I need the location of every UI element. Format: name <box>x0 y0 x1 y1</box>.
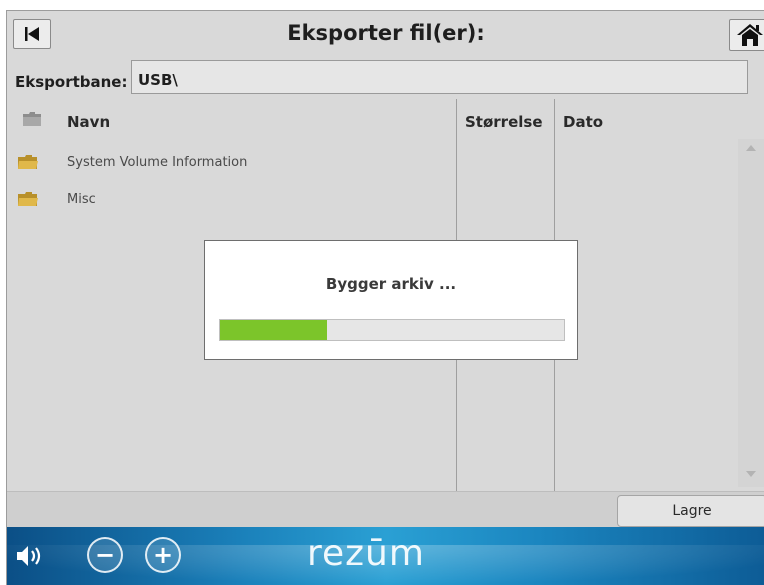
progress-dialog: Bygger arkiv ... <box>204 240 578 360</box>
file-name: System Volume Information <box>67 155 248 170</box>
folder-icon <box>18 192 38 206</box>
column-header-name[interactable]: Navn <box>67 113 110 131</box>
column-header-date[interactable]: Dato <box>563 113 603 131</box>
plus-icon: + <box>152 541 174 569</box>
minus-icon: − <box>94 541 116 569</box>
home-icon <box>737 24 763 46</box>
scroll-down-icon[interactable] <box>746 471 756 477</box>
save-button[interactable]: Lagre <box>617 495 764 527</box>
file-name: Misc <box>67 192 96 207</box>
list-item[interactable]: Misc <box>7 188 457 218</box>
export-path-field[interactable]: USB\ <box>131 60 748 94</box>
folder-header-icon <box>23 112 41 126</box>
brand-logo: rezūm <box>307 533 425 574</box>
progress-fill <box>220 320 327 340</box>
list-item[interactable]: System Volume Information <box>7 151 457 181</box>
title-bar: Eksporter fil(er): <box>7 11 764 61</box>
volume-icon[interactable] <box>17 545 45 567</box>
export-path-label: Eksportbane: <box>15 73 128 91</box>
volume-down-button[interactable]: − <box>87 537 123 573</box>
dialog-message: Bygger arkiv ... <box>325 275 457 293</box>
scroll-up-icon[interactable] <box>746 145 756 151</box>
export-path-value: USB\ <box>138 71 178 89</box>
bottom-banner: − + rezūm <box>7 527 764 585</box>
page-title: Eksporter fil(er): <box>287 21 485 45</box>
action-bar: Lagre <box>7 491 764 528</box>
export-window: Eksporter fil(er): Eksportbane: USB\ Nav… <box>6 10 764 585</box>
progress-bar <box>219 319 565 341</box>
column-header-size[interactable]: Størrelse <box>465 113 543 131</box>
home-button[interactable] <box>729 19 764 51</box>
folder-icon <box>18 155 38 169</box>
vertical-scrollbar[interactable] <box>738 139 764 487</box>
volume-up-button[interactable]: + <box>145 537 181 573</box>
